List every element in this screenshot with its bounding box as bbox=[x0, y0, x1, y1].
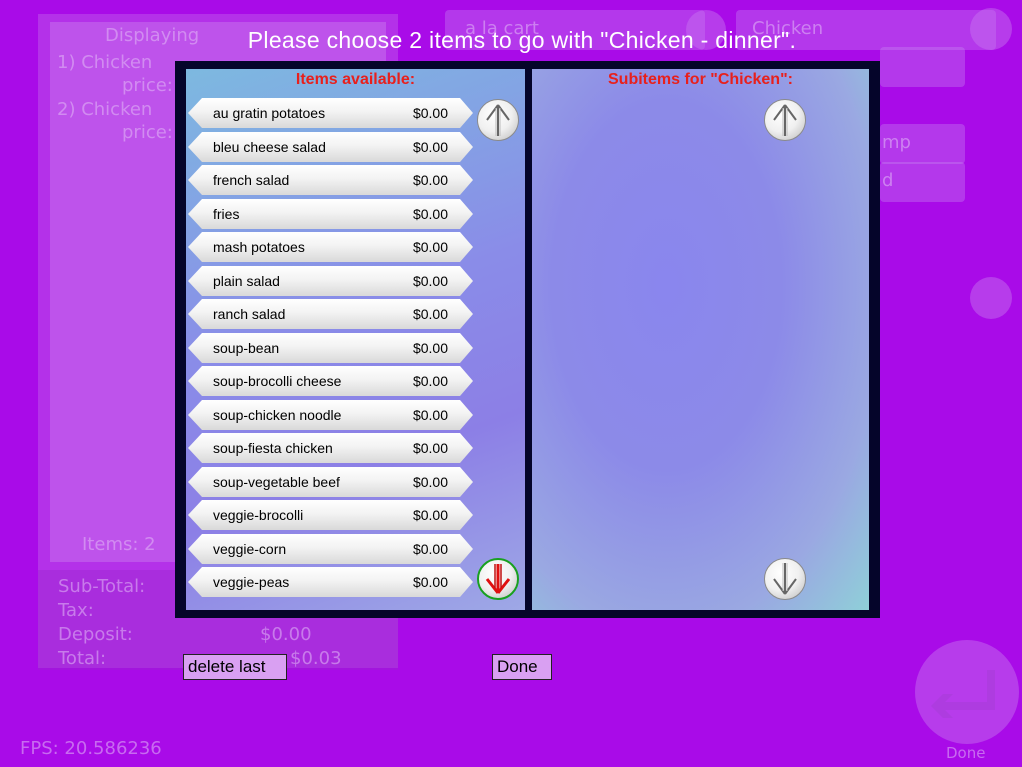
item-veggie-peas[interactable]: veggie-peas $0.00 bbox=[188, 567, 473, 597]
item-price: $0.00 bbox=[412, 239, 448, 255]
background-subtotal-label: Sub-Total: bbox=[58, 576, 146, 597]
background-order-line-2-price: price: bbox=[122, 122, 173, 143]
background-order-line-2: 2) Chicken bbox=[57, 99, 153, 120]
item-name: plain salad bbox=[213, 273, 280, 289]
item-veggie-corn[interactable]: veggie-corn $0.00 bbox=[188, 534, 473, 564]
items-scroll-down-button[interactable] bbox=[477, 558, 519, 600]
background-deposit-value: $0.00 bbox=[260, 624, 312, 645]
item-soup-brocolli-cheese[interactable]: soup-brocolli cheese $0.00 bbox=[188, 366, 473, 396]
item-price: $0.00 bbox=[412, 507, 448, 523]
item-name: mash potatoes bbox=[213, 239, 305, 255]
background-chip-4-label: mp bbox=[882, 132, 911, 153]
item-bleu-cheese-salad[interactable]: bleu cheese salad $0.00 bbox=[188, 132, 473, 162]
item-price: $0.00 bbox=[412, 440, 448, 456]
item-price: $0.00 bbox=[412, 373, 448, 389]
background-total-label: Total: bbox=[58, 648, 107, 669]
delete-last-button[interactable]: delete last bbox=[183, 654, 287, 680]
up-arrow-icon bbox=[773, 104, 797, 136]
item-name: ranch salad bbox=[213, 306, 286, 322]
item-name: veggie-peas bbox=[213, 574, 290, 590]
background-round-button-3 bbox=[970, 277, 1012, 319]
item-price: $0.00 bbox=[412, 105, 448, 121]
item-price: $0.00 bbox=[412, 273, 448, 289]
background-total-value: $0.03 bbox=[290, 648, 342, 669]
background-enter-button bbox=[915, 640, 1019, 744]
item-price: $0.00 bbox=[412, 139, 448, 155]
items-available-title: Items available: bbox=[295, 71, 416, 88]
enter-arrow-icon bbox=[931, 670, 995, 718]
subitems-pane: Subitems for "Chicken": bbox=[532, 69, 869, 610]
item-price: $0.00 bbox=[412, 474, 448, 490]
down-arrow-icon bbox=[485, 564, 511, 594]
item-name: bleu cheese salad bbox=[213, 139, 326, 155]
item-price: $0.00 bbox=[412, 574, 448, 590]
background-deposit-label: Deposit: bbox=[58, 624, 133, 645]
item-name: au gratin potatoes bbox=[213, 105, 326, 121]
background-items-count: Items: 2 bbox=[82, 534, 156, 555]
dialog-title: Please choose 2 items to go with "Chicke… bbox=[247, 27, 797, 53]
item-mash-potatoes[interactable]: mash potatoes $0.00 bbox=[188, 232, 473, 262]
item-price: $0.00 bbox=[412, 172, 448, 188]
background-order-line-1: 1) Chicken bbox=[57, 52, 153, 73]
item-name: veggie-corn bbox=[213, 541, 287, 557]
background-chip-5-label: d bbox=[882, 170, 894, 191]
item-ranch-salad[interactable]: ranch salad $0.00 bbox=[188, 299, 473, 329]
item-price: $0.00 bbox=[412, 206, 448, 222]
item-french-salad[interactable]: french salad $0.00 bbox=[188, 165, 473, 195]
subitems-scroll-down-button[interactable] bbox=[764, 558, 806, 600]
item-soup-chicken-noodle[interactable]: soup-chicken noodle $0.00 bbox=[188, 400, 473, 430]
item-soup-bean[interactable]: soup-bean $0.00 bbox=[188, 333, 473, 363]
items-scroll-up-button[interactable] bbox=[477, 99, 519, 141]
item-plain-salad[interactable]: plain salad $0.00 bbox=[188, 266, 473, 296]
subitems-title: Subitems for "Chicken": bbox=[608, 71, 793, 88]
item-name: french salad bbox=[213, 172, 290, 188]
item-au-gratin-potatoes[interactable]: au gratin potatoes $0.00 bbox=[188, 98, 473, 128]
item-veggie-brocolli[interactable]: veggie-brocolli $0.00 bbox=[188, 500, 473, 530]
up-arrow-icon bbox=[486, 104, 510, 136]
item-name: soup-brocolli cheese bbox=[213, 373, 342, 389]
background-order-line-1-price: price: bbox=[122, 75, 173, 96]
down-arrow-icon bbox=[773, 563, 797, 595]
done-button[interactable]: Done bbox=[492, 654, 552, 680]
background-tax-label: Tax: bbox=[58, 600, 94, 621]
item-soup-fiesta-chicken[interactable]: soup-fiesta chicken $0.00 bbox=[188, 433, 473, 463]
item-name: veggie-brocolli bbox=[213, 507, 304, 523]
item-fries[interactable]: fries $0.00 bbox=[188, 199, 473, 229]
fps-counter: FPS: 20.586236 bbox=[20, 738, 162, 759]
item-soup-vegetable-beef[interactable]: soup-vegetable beef $0.00 bbox=[188, 467, 473, 497]
item-price: $0.00 bbox=[412, 541, 448, 557]
subitems-scroll-up-button[interactable] bbox=[764, 99, 806, 141]
background-done-label: Done bbox=[946, 744, 986, 762]
item-name: soup-chicken noodle bbox=[213, 407, 342, 423]
item-price: $0.00 bbox=[412, 340, 448, 356]
item-price: $0.00 bbox=[412, 407, 448, 423]
item-name: soup-fiesta chicken bbox=[213, 440, 333, 456]
item-name: soup-bean bbox=[213, 340, 280, 356]
item-price: $0.00 bbox=[412, 306, 448, 322]
item-name: fries bbox=[213, 206, 240, 222]
item-name: soup-vegetable beef bbox=[213, 474, 340, 490]
